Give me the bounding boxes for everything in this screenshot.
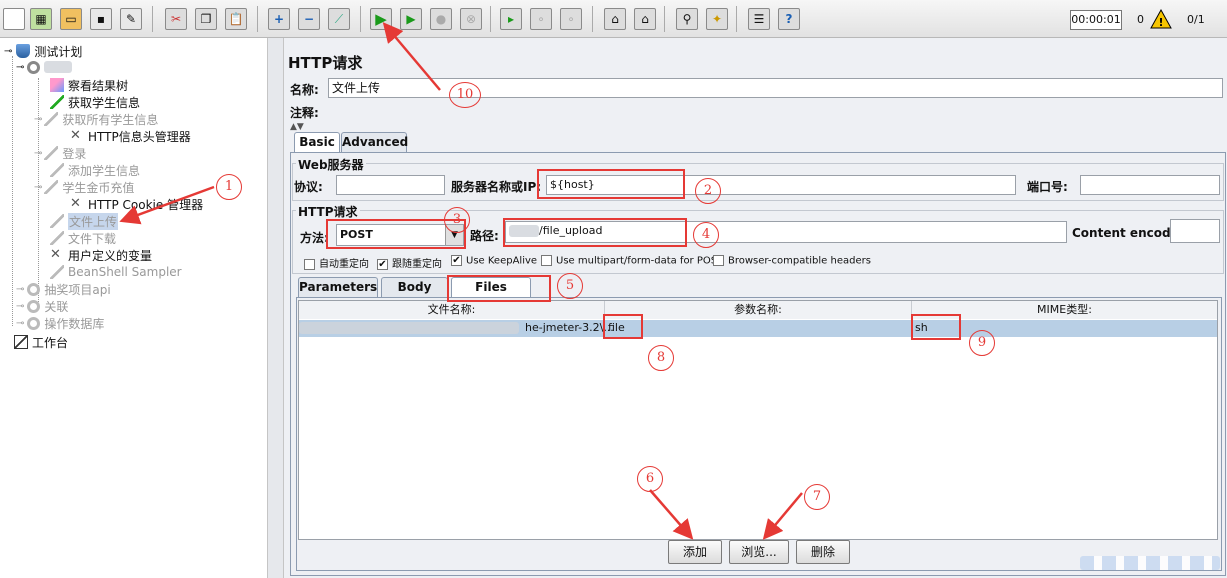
annotation-number-9: 9 xyxy=(969,330,995,356)
annotation-number-4: 4 xyxy=(693,222,719,248)
annotation-number-7: 7 xyxy=(804,484,830,510)
annotation-number-6: 6 xyxy=(637,466,663,492)
annotation-number-2: 2 xyxy=(695,178,721,204)
annotation-number-1: 1 xyxy=(216,174,242,200)
annotation-number-8: 8 xyxy=(648,345,674,371)
annotation-number-10: 10 xyxy=(449,82,481,108)
annotation-number-3: 3 xyxy=(444,207,470,233)
annotation-number-5: 5 xyxy=(557,273,583,299)
annotation-arrows xyxy=(119,22,803,540)
